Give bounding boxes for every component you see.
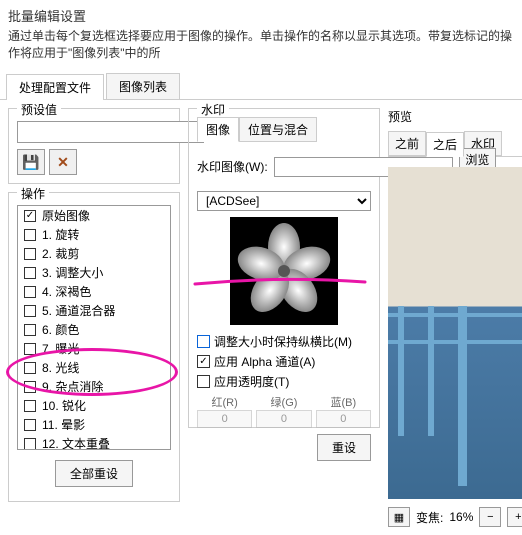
operation-label: 4. 深褐色 <box>42 283 91 300</box>
checkbox-alpha-label: 应用 Alpha 通道(A) <box>214 353 315 370</box>
fit-icon[interactable]: ▦ <box>388 507 410 527</box>
main-tabs: 处理配置文件 图像列表 <box>0 73 522 100</box>
list-item[interactable]: 3. 调整大小 <box>18 263 170 282</box>
operations-list[interactable]: 原始图像 1. 旋转 2. 裁剪 3. 调整大小 4. 深褐色 5. 通道混合器 6. 颜色… <box>17 205 171 450</box>
operation-checkbox[interactable] <box>24 362 36 374</box>
checkbox-aspect[interactable] <box>197 335 210 348</box>
preset-title: 预设值 <box>17 101 61 118</box>
delete-icon[interactable]: ✕ <box>49 149 77 175</box>
preview-tabs: 之前 之后 水印 <box>388 131 522 157</box>
operation-checkbox[interactable] <box>24 438 36 450</box>
list-item[interactable]: 1. 旋转 <box>18 225 170 244</box>
operation-label: 5. 通道混合器 <box>42 302 115 319</box>
operation-checkbox[interactable] <box>24 305 36 317</box>
list-item[interactable]: 8. 光线 <box>18 358 170 377</box>
operation-label: 8. 光线 <box>42 359 79 376</box>
list-item[interactable]: 9. 杂点消除 <box>18 377 170 396</box>
operations-group: 操作 原始图像1. 旋转2. 裁剪3. 调整大小4. 深褐色5. 通道混合器6.… <box>8 192 180 502</box>
rgb-inputs: 红(R) 绿(G) 蓝(B) <box>197 394 371 428</box>
operation-label: 3. 调整大小 <box>42 264 103 281</box>
green-label: 绿(G) <box>256 394 311 410</box>
list-item[interactable]: 5. 通道混合器 <box>18 301 170 320</box>
list-item[interactable]: 2. 裁剪 <box>18 244 170 263</box>
dialog-description: 通过单击每个复选框选择要应用于图像的操作。单击操作的名称以显示其选项。带复选标记… <box>8 27 514 61</box>
watermark-group: 水印 图像 位置与混合 水印图像(W): 浏览(O)... [ACDSee] <box>188 108 380 428</box>
zoom-label: 变焦: <box>416 509 443 526</box>
green-input <box>256 410 311 428</box>
subtab-position[interactable]: 位置与混合 <box>239 117 317 142</box>
operation-label: 7. 曝光 <box>42 340 79 357</box>
list-item[interactable]: 11. 晕影 <box>18 415 170 434</box>
operation-label: 原始图像 <box>42 207 90 224</box>
operation-checkbox[interactable] <box>24 210 36 222</box>
red-label: 红(R) <box>197 394 252 410</box>
preview-title: 预览 <box>388 108 522 125</box>
tab-before[interactable]: 之前 <box>388 131 426 156</box>
operation-label: 11. 晕影 <box>42 416 85 433</box>
preset-input[interactable] <box>17 121 204 143</box>
preset-group: 预设值 💾 ✕ <box>8 108 180 184</box>
checkbox-aspect-label: 调整大小时保持纵横比(M) <box>214 333 352 350</box>
operation-checkbox[interactable] <box>24 381 36 393</box>
list-item[interactable]: 12. 文本重叠 <box>18 434 170 450</box>
save-icon[interactable]: 💾 <box>17 149 45 175</box>
operation-checkbox[interactable] <box>24 324 36 336</box>
watermark-title: 水印 <box>197 101 229 118</box>
checkbox-transparency-label: 应用透明度(T) <box>214 373 289 390</box>
dialog-title: 批量编辑设置 <box>8 6 514 25</box>
checkbox-alpha[interactable] <box>197 355 210 368</box>
tab-after[interactable]: 之后 <box>426 132 464 157</box>
operation-checkbox[interactable] <box>24 400 36 412</box>
operation-label: 2. 裁剪 <box>42 245 79 262</box>
operation-label: 9. 杂点消除 <box>42 378 103 395</box>
operation-checkbox[interactable] <box>24 229 36 241</box>
blue-label: 蓝(B) <box>316 394 371 410</box>
operation-checkbox[interactable] <box>24 267 36 279</box>
operation-checkbox[interactable] <box>24 343 36 355</box>
tab-config[interactable]: 处理配置文件 <box>6 74 104 100</box>
operation-checkbox[interactable] <box>24 248 36 260</box>
watermark-thumbnail <box>230 217 338 325</box>
operations-title: 操作 <box>17 185 49 202</box>
blue-input <box>316 410 371 428</box>
zoom-in-icon[interactable]: + <box>507 507 522 527</box>
preview-image <box>388 167 522 499</box>
reset-button[interactable]: 重设 <box>317 434 371 461</box>
zoom-out-icon[interactable]: − <box>479 507 501 527</box>
operation-label: 6. 颜色 <box>42 321 79 338</box>
operation-label: 12. 文本重叠 <box>42 435 110 450</box>
list-item[interactable]: 6. 颜色 <box>18 320 170 339</box>
reset-all-button[interactable]: 全部重设 <box>55 460 133 487</box>
tab-images[interactable]: 图像列表 <box>106 73 180 99</box>
list-item[interactable]: 7. 曝光 <box>18 339 170 358</box>
operation-checkbox[interactable] <box>24 419 36 431</box>
operation-checkbox[interactable] <box>24 286 36 298</box>
checkbox-transparency[interactable] <box>197 375 210 388</box>
red-input <box>197 410 252 428</box>
operation-label: 10. 锐化 <box>42 397 86 414</box>
list-item[interactable]: 原始图像 <box>18 206 170 225</box>
subtab-image[interactable]: 图像 <box>197 117 239 142</box>
watermark-image-label: 水印图像(W): <box>197 158 268 175</box>
list-item[interactable]: 4. 深褐色 <box>18 282 170 301</box>
list-item[interactable]: 10. 锐化 <box>18 396 170 415</box>
operation-label: 1. 旋转 <box>42 226 79 243</box>
zoom-value: 16% <box>449 510 473 524</box>
watermark-select[interactable]: [ACDSee] <box>197 191 371 211</box>
